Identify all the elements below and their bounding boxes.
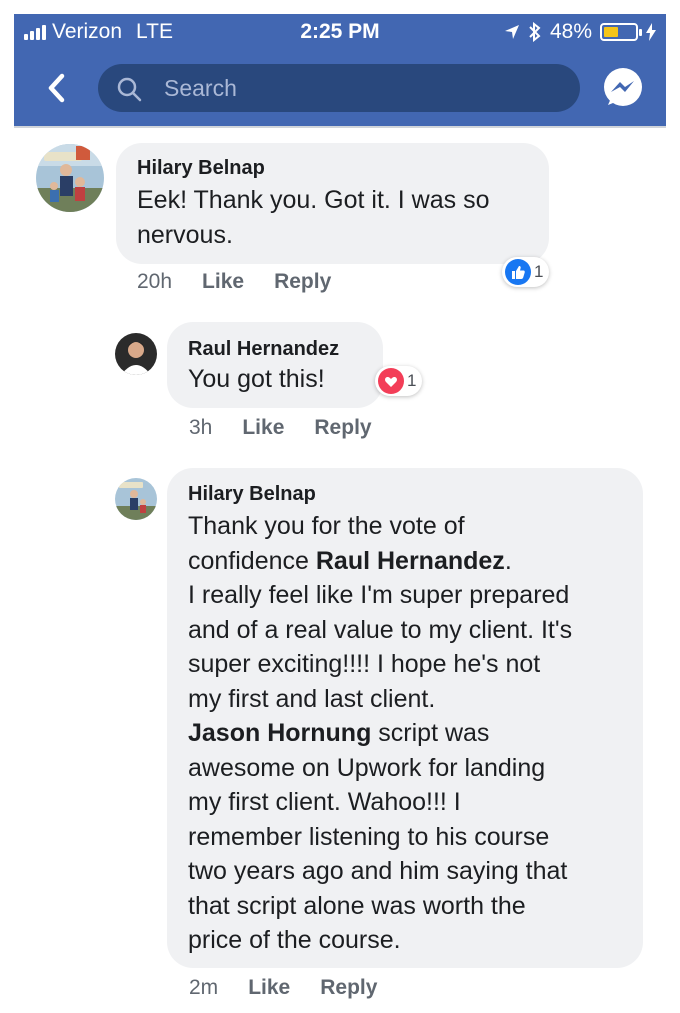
nav-bar [14,50,666,126]
reply-button[interactable]: Reply [320,976,377,1000]
thumbs-up-icon [505,259,531,285]
battery-icon [600,23,642,41]
comment-text: Thank you for the vote of confidence Rau… [188,509,622,958]
comment-timestamp: 3h [189,416,213,439]
comment-line: my first and last client. [188,684,436,713]
comment-line: that script alone was worth the [188,891,526,920]
avatar-hilary-belnap[interactable] [36,144,104,212]
comment-text-span: . [504,546,512,575]
heart-icon [378,368,404,394]
reaction-badge[interactable]: 1 [375,366,423,396]
comment-line: nervous. [137,220,233,249]
like-button[interactable]: Like [202,270,244,294]
reply-button[interactable]: Reply [274,270,331,294]
comment-line: remember listening to his course [188,822,550,851]
search-box[interactable] [98,64,580,112]
comment-actions: 3h Like Reply [189,416,402,440]
reaction-badge[interactable]: 1 [502,257,550,287]
comment-text-span: script was [371,719,490,747]
comment-actions: 2m Like Reply [189,976,407,1000]
comment-line: Jason Hornung script was [188,716,622,751]
comment-author[interactable]: Raul Hernandez [188,338,362,361]
search-icon [117,77,142,102]
bluetooth-icon [529,22,541,42]
location-arrow-icon [504,25,519,39]
search-input[interactable] [164,64,564,112]
battery-percent: 48% [549,20,592,43]
like-button[interactable]: Like [242,416,284,440]
reaction-count: 1 [534,262,544,281]
comment-line: my first client. Wahoo!!! I [188,788,461,816]
comment-text-span: confidence [188,546,316,575]
back-chevron-icon[interactable] [42,72,72,104]
comment-line: two years ago and him saying that [188,857,568,885]
avatar-raul-hernandez[interactable] [115,333,157,375]
comment-text: You got this! [188,365,325,393]
charging-bolt-icon [646,23,656,41]
comment-actions: 20h Like Reply [137,270,361,294]
header-divider [14,126,666,128]
comment-line: awesome on Upwork for landing [188,753,546,782]
comment-timestamp: 20h [137,270,173,293]
like-button[interactable]: Like [248,976,290,1000]
reaction-count: 1 [407,371,417,390]
comment-timestamp: 2m [189,976,219,999]
comment-bubble[interactable]: Hilary Belnap Eek! Thank you. Got it. I … [116,143,549,264]
messenger-icon[interactable] [600,65,646,111]
comment-line: and of a real value to my client. It's [188,615,573,644]
comment-line: Thank you for the vote of [188,512,465,540]
comment-line: price of the course. [188,926,401,954]
comment-text: Eek! Thank you. Got it. I was so nervous… [137,183,528,252]
mention-link[interactable]: Raul Hernandez [316,547,505,575]
avatar-hilary-belnap[interactable] [115,478,157,520]
comment-line: I really feel like I'm super prepared [188,581,570,609]
comment-bubble[interactable]: Hilary Belnap Thank you for the vote of … [167,468,643,968]
status-right: 48% [504,20,656,44]
comment-author[interactable]: Hilary Belnap [137,157,528,180]
comment-line: confidence Raul Hernandez. [188,544,622,579]
comment-author[interactable]: Hilary Belnap [188,483,622,506]
mention-link[interactable]: Jason Hornung [188,719,371,747]
comment-bubble[interactable]: Raul Hernandez You got this! [167,322,383,408]
status-bar: Verizon LTE 2:25 PM 48% [14,14,666,50]
reply-button[interactable]: Reply [314,416,371,440]
comment-line: Eek! Thank you. Got it. I was so [137,186,490,214]
comment-line: super exciting!!!! I hope he's not [188,650,541,678]
